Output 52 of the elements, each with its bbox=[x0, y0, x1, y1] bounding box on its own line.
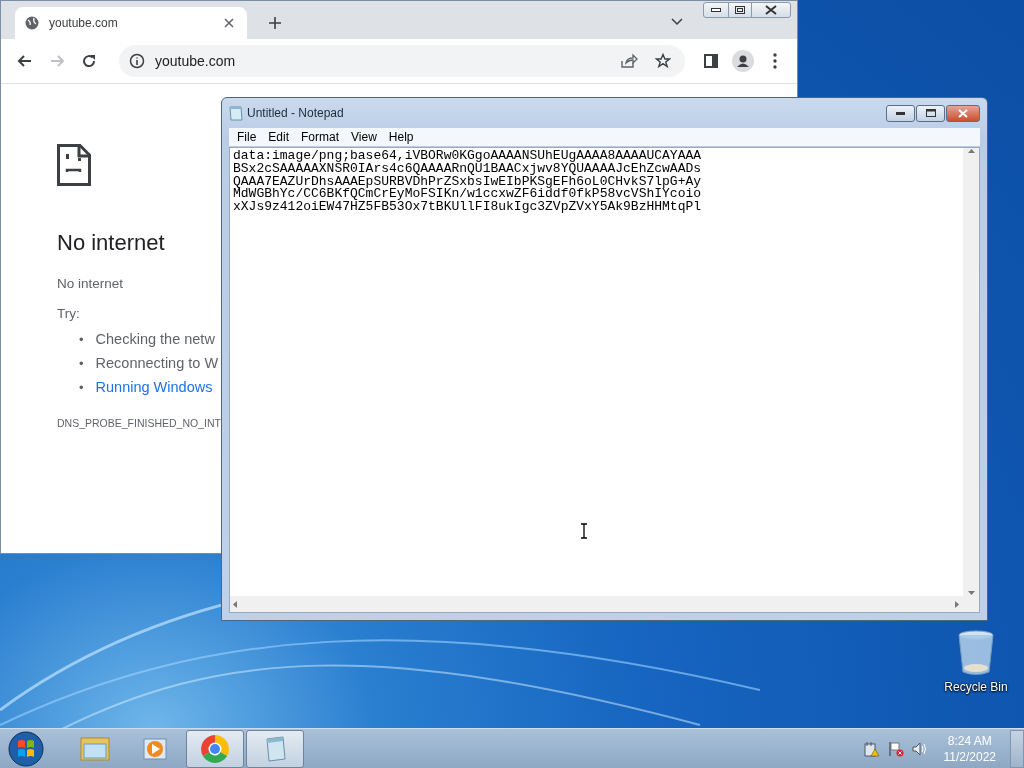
media-player-icon bbox=[142, 735, 168, 762]
taskbar-app-button[interactable] bbox=[246, 729, 304, 768]
text-cursor-icon bbox=[580, 523, 588, 539]
desktop-icon-label[interactable]: Recycle Bin bbox=[944, 680, 1008, 694]
vertical-scrollbar[interactable] bbox=[963, 148, 979, 596]
network-warning-icon[interactable] bbox=[863, 740, 880, 757]
horizontal-scrollbar[interactable] bbox=[230, 596, 963, 612]
scroll-down-arrow-icon[interactable] bbox=[967, 591, 975, 596]
window-title: Untitled - Notepad bbox=[247, 106, 345, 120]
trash-bin-icon[interactable] bbox=[958, 630, 994, 676]
error-code: DNS_PROBE_FINISHED_NO_INT bbox=[57, 417, 222, 429]
scroll-right-arrow-icon[interactable] bbox=[955, 600, 960, 608]
close-button[interactable] bbox=[751, 2, 791, 18]
globe-icon bbox=[25, 16, 39, 30]
bullet: • bbox=[79, 331, 84, 347]
sad-page-icon bbox=[57, 144, 91, 186]
minimize-icon bbox=[896, 111, 905, 115]
address-bar[interactable]: youtube.com bbox=[119, 45, 685, 77]
maximize-button[interactable] bbox=[916, 104, 945, 122]
scroll-left-arrow-icon[interactable] bbox=[233, 600, 238, 608]
menu-item[interactable]: Help bbox=[382, 130, 420, 144]
maximize-button[interactable] bbox=[728, 2, 752, 18]
suggestion-text: Reconnecting to W bbox=[95, 354, 219, 372]
info-icon bbox=[129, 53, 145, 69]
chrome-logo-icon bbox=[200, 733, 230, 764]
restore-icon bbox=[735, 6, 745, 14]
close-icon bbox=[958, 108, 968, 118]
menu-item[interactable]: View bbox=[345, 130, 383, 144]
action-center-flag-icon[interactable] bbox=[887, 740, 904, 757]
menu-item[interactable]: Format bbox=[295, 130, 346, 144]
error-heading: No internet bbox=[57, 230, 166, 256]
folder-icon bbox=[80, 735, 110, 762]
bullet: • bbox=[79, 379, 84, 395]
maximize-icon bbox=[925, 109, 936, 117]
suggestion-text: Checking the netw bbox=[95, 330, 215, 348]
volume-icon[interactable] bbox=[911, 740, 928, 757]
close-icon bbox=[765, 5, 777, 15]
scroll-up-arrow-icon[interactable] bbox=[967, 148, 975, 153]
taskbar-app-button[interactable] bbox=[186, 729, 244, 768]
minimize-icon bbox=[711, 8, 721, 12]
profile-avatar-icon[interactable] bbox=[731, 49, 755, 73]
minimize-button[interactable] bbox=[703, 2, 729, 18]
menu-item[interactable]: Edit bbox=[262, 130, 296, 144]
suggestion-link[interactable]: Running Windows bbox=[95, 378, 213, 396]
bullet: • bbox=[79, 355, 84, 371]
browser-tab[interactable]: youtube.com bbox=[15, 7, 247, 39]
minimize-button[interactable] bbox=[886, 104, 915, 122]
try-label: Try: bbox=[57, 306, 81, 321]
error-subtitle: No internet bbox=[57, 276, 125, 291]
notepad-icon bbox=[229, 105, 243, 121]
close-button[interactable] bbox=[946, 104, 980, 122]
menu-item[interactable]: File bbox=[231, 130, 263, 144]
